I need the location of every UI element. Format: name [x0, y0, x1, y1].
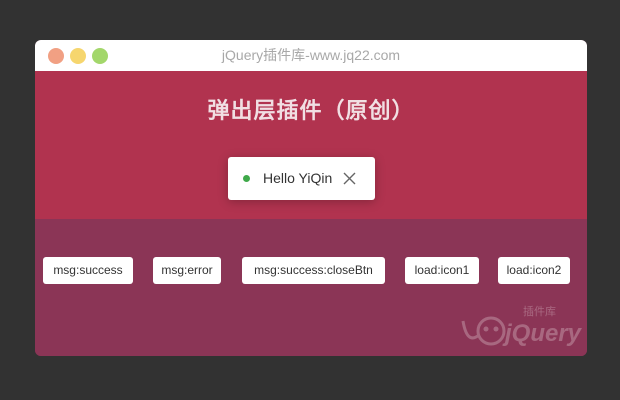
browser-window: jQuery插件库-www.jq22.com 弹出层插件（原创） Hello Y…: [35, 40, 587, 356]
demo-section: msg:success msg:error msg:success:closeB…: [35, 219, 587, 356]
page-title: 弹出层插件（原创）: [207, 98, 415, 123]
hero-section: 弹出层插件（原创） Hello YiQin: [35, 71, 587, 219]
msg-error-button[interactable]: msg:error: [153, 257, 221, 284]
load-icon2-button[interactable]: load:icon2: [498, 257, 570, 284]
toast-message: Hello YiQin: [228, 157, 375, 200]
msg-success-button[interactable]: msg:success: [43, 257, 133, 284]
msg-success-closebtn-button[interactable]: msg:success:closeBtn: [242, 257, 385, 284]
window-title: jQuery插件库-www.jq22.com: [221, 47, 401, 63]
status-dot-icon: [243, 175, 250, 182]
load-icon1-button[interactable]: load:icon1: [405, 257, 479, 284]
title-bar: jQuery插件库-www.jq22.com: [35, 40, 587, 71]
watermark-caption: 插件库: [523, 304, 556, 318]
jquery-logo: jQuery 插件库: [461, 304, 583, 347]
toast-text: Hello YiQin: [263, 170, 333, 186]
watermark-brand: jQuery: [502, 320, 583, 347]
close-icon[interactable]: [343, 172, 356, 185]
